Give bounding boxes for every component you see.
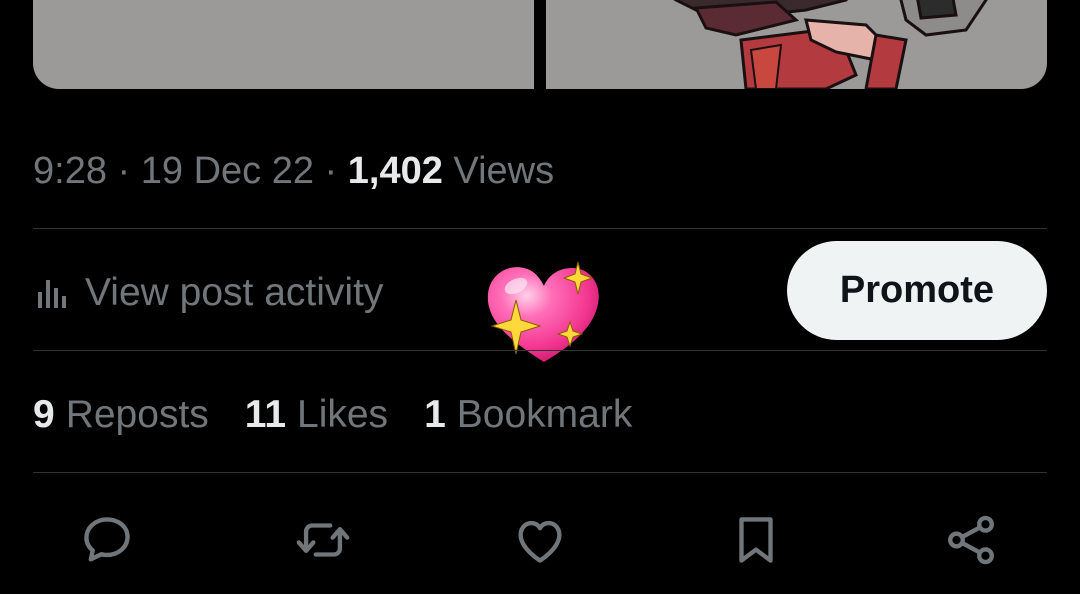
divider [33,472,1047,473]
likes-count: 11 [244,393,287,436]
promote-button[interactable]: Promote [787,241,1047,340]
divider [33,228,1047,229]
bookmarks-count: 1 [424,393,446,436]
bookmarks-stat[interactable]: 1 Bookmark [424,393,632,437]
media-image-2[interactable] [546,0,1047,89]
share-icon [948,515,994,565]
artwork-image [673,0,988,89]
engagement-stats: 9 Reposts 11 Likes 1 Bookmark [33,392,668,438]
views-label: Views [453,150,555,192]
divider [33,350,1047,351]
like-button[interactable] [510,510,570,570]
bookmark-icon [739,517,773,563]
sparkling-heart-icon [487,261,599,362]
tweet-meta: 9:28 · 19 Dec 22 · 1,402 Views [33,148,554,194]
media-image-1[interactable] [33,0,534,89]
tweet-detail-screen: 9:28 · 19 Dec 22 · 1,402 Views View post… [0,0,1080,594]
view-post-activity-link[interactable]: View post activity [35,268,383,318]
tweet-time: 9:28 [33,150,107,192]
bookmark-button[interactable] [726,510,786,570]
reposts-label: Reposts [65,393,209,436]
repost-icon [296,523,350,557]
tweet-date: 19 Dec 22 [140,150,314,192]
views-count: 1,402 [347,150,443,192]
meta-separator: · [106,150,141,192]
repost-button[interactable] [293,510,353,570]
likes-stat[interactable]: 11 Likes [245,393,388,437]
share-button[interactable] [941,510,1001,570]
bookmarks-label: Bookmark [456,393,633,436]
reposts-stat[interactable]: 9 Reposts [33,393,209,437]
reposts-count: 9 [33,393,55,436]
analytics-bars-icon [38,280,66,308]
reply-bubble-icon [84,517,130,562]
reply-button[interactable] [77,510,137,570]
likes-label: Likes [297,393,389,436]
heart-outline-icon [518,520,562,563]
meta-separator: · [313,150,348,192]
view-post-activity-label: View post activity [85,271,384,314]
media-gallery [33,0,1047,89]
